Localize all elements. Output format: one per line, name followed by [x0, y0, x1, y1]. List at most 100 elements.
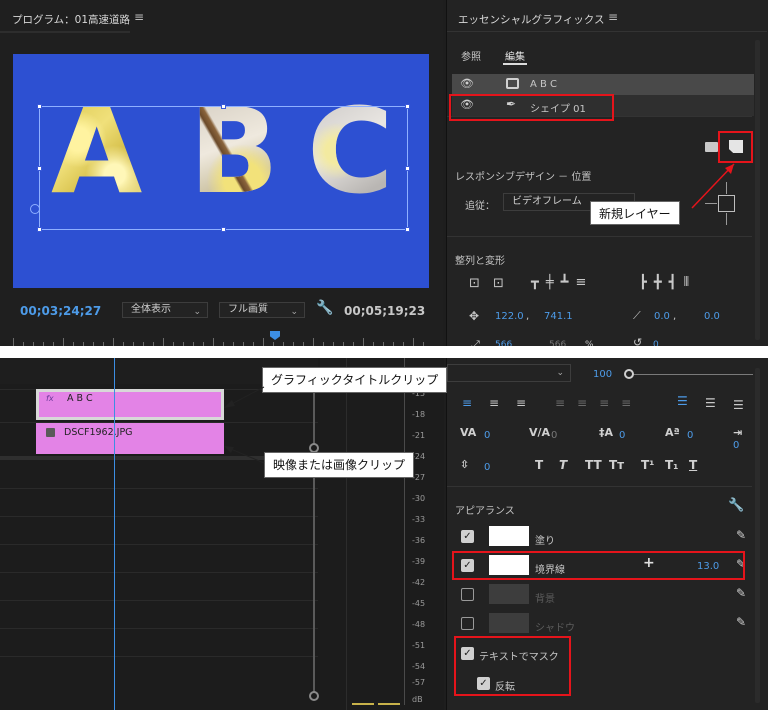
leading-value[interactable]: 0 [619, 430, 625, 441]
align-horizontal-center-icon[interactable]: ⊡ [493, 276, 504, 291]
db-label: -36 [412, 536, 426, 545]
chevron-down-icon: ⌄ [193, 307, 201, 317]
ruler-tick [163, 338, 164, 346]
resize-handle[interactable] [221, 227, 226, 232]
eyedropper-icon[interactable]: ✎ [736, 586, 746, 600]
align-top-icon[interactable]: ┳╪┻≡ [531, 275, 593, 290]
db-label: -57 [412, 678, 426, 687]
align-center-text-icon[interactable]: ≡ [489, 396, 499, 410]
background-color-swatch[interactable] [489, 584, 529, 604]
opacity-value[interactable]: 100 [593, 369, 612, 380]
eye-icon[interactable]: 👁 [460, 77, 474, 90]
resize-handle[interactable] [37, 166, 42, 171]
background-checkbox[interactable] [461, 588, 474, 601]
db-label: -30 [412, 494, 426, 503]
db-label: dB [412, 695, 423, 704]
subscript-button[interactable]: T₁ [665, 458, 678, 472]
vertical-align-center-icon[interactable]: ☰ [705, 396, 716, 410]
tracking-value[interactable]: 0 [484, 430, 490, 441]
scrollbar[interactable] [755, 368, 760, 703]
wrench-icon[interactable]: 🔧 [316, 300, 333, 316]
shadow-checkbox[interactable] [461, 617, 474, 630]
time-ruler[interactable] [13, 330, 431, 346]
panel-menu-icon[interactable]: ≡ [608, 10, 618, 24]
panel-menu-icon[interactable]: ≡ [134, 10, 144, 24]
graphic-title-clip[interactable]: fx A B C [36, 389, 224, 420]
underline-button[interactable]: T [689, 458, 697, 472]
tab-width-value[interactable]: 0 [733, 440, 739, 451]
bold-button[interactable]: T [535, 458, 543, 472]
new-layer-highlight [718, 131, 753, 163]
mask-highlight [454, 636, 571, 696]
kerning-value[interactable]: 0 [551, 430, 557, 441]
layer-label: A B C [530, 79, 558, 90]
opacity-slider-track[interactable] [627, 374, 753, 375]
track-divider [0, 600, 318, 601]
align-right-text-icon[interactable]: ≡ [516, 396, 526, 410]
resize-handle[interactable] [405, 104, 410, 109]
opacity-slider-handle[interactable] [624, 369, 634, 379]
resize-handle[interactable] [221, 104, 226, 109]
duration-timecode: 00;05;19;23 [344, 304, 426, 318]
resize-handle[interactable] [37, 227, 42, 232]
resize-handle[interactable] [37, 104, 42, 109]
playhead-line[interactable] [114, 358, 115, 710]
anchor-y[interactable]: 0.0 [704, 311, 720, 322]
pin-line-bottom [726, 213, 727, 225]
zoom-dropdown[interactable]: 全体表示 ⌄ [122, 302, 208, 318]
eyedropper-icon[interactable]: ✎ [736, 615, 746, 629]
layer-row-text[interactable]: 👁 A B C [452, 74, 754, 95]
font-style-dropdown[interactable]: ⌄ [447, 364, 571, 382]
db-label: -54 [412, 662, 426, 671]
fill-color-swatch[interactable] [489, 526, 529, 546]
anchor-x[interactable]: 0.0 [654, 311, 670, 322]
vertical-scrollbar[interactable] [309, 358, 319, 710]
tab-browse[interactable]: 参照 [461, 48, 481, 63]
fill-checkbox[interactable]: ✓ [461, 530, 474, 543]
fx-icon [46, 428, 55, 437]
shadow-color-swatch[interactable] [489, 613, 529, 633]
baseline-value[interactable]: 0 [687, 430, 693, 441]
media-clip[interactable]: DSCF1962.JPG [36, 423, 224, 454]
db-label: -39 [412, 557, 426, 566]
meter-level-right [378, 703, 400, 705]
clip-label: DSCF1962.JPG [64, 427, 133, 438]
db-label: -21 [412, 431, 426, 440]
vertical-align-bottom-icon[interactable]: ☰ [733, 398, 744, 412]
scroll-handle[interactable] [309, 691, 319, 701]
db-label: -45 [412, 599, 426, 608]
resize-handle[interactable] [405, 227, 410, 232]
position-y[interactable]: 741.1 [544, 311, 573, 322]
db-label: -48 [412, 620, 426, 629]
italic-button[interactable]: T [559, 458, 567, 472]
position-x[interactable]: 122.0 [495, 311, 524, 322]
position-separator: , [526, 311, 530, 322]
text-layer-icon [506, 78, 519, 89]
selection-bounding-box[interactable] [39, 106, 408, 230]
superscript-button[interactable]: T¹ [641, 458, 654, 472]
anchor-separator: , [673, 311, 677, 322]
small-caps-button[interactable]: Tт [609, 458, 624, 472]
resize-handle[interactable] [405, 166, 410, 171]
tab-underline [0, 31, 130, 33]
vertical-align-top-icon[interactable]: ☰ [677, 394, 688, 408]
tab-edit[interactable]: 編集 [505, 48, 525, 63]
scrollbar[interactable] [755, 40, 760, 340]
folder-icon[interactable] [705, 142, 718, 152]
divider [447, 486, 752, 487]
current-timecode[interactable]: 00;03;24;27 [20, 304, 101, 318]
justify-icons[interactable]: ≡≡≡≡ [555, 396, 643, 410]
tsume-value[interactable]: 0 [484, 462, 490, 473]
all-caps-button[interactable]: TT [585, 458, 602, 472]
align-vertical-center-icon[interactable]: ⊡ [469, 276, 480, 291]
align-left-text-icon[interactable]: ≡ [462, 396, 472, 410]
quality-dropdown[interactable]: フル画質 ⌄ [219, 302, 305, 318]
align-left-icon[interactable]: ┣╋┫⦀ [639, 275, 696, 290]
wrench-icon[interactable]: 🔧 [728, 498, 744, 513]
position-icon: ✥ [469, 309, 480, 323]
responsive-design-title: レスポンシブデザイン － 位置 [455, 172, 592, 183]
chevron-down-icon: ⌄ [290, 307, 298, 317]
db-label: -51 [412, 641, 426, 650]
audio-meter-panel: -15 -18 -21 -24 -27 -30 -33 -36 -39 -42 … [336, 358, 444, 710]
eyedropper-icon[interactable]: ✎ [736, 528, 746, 542]
